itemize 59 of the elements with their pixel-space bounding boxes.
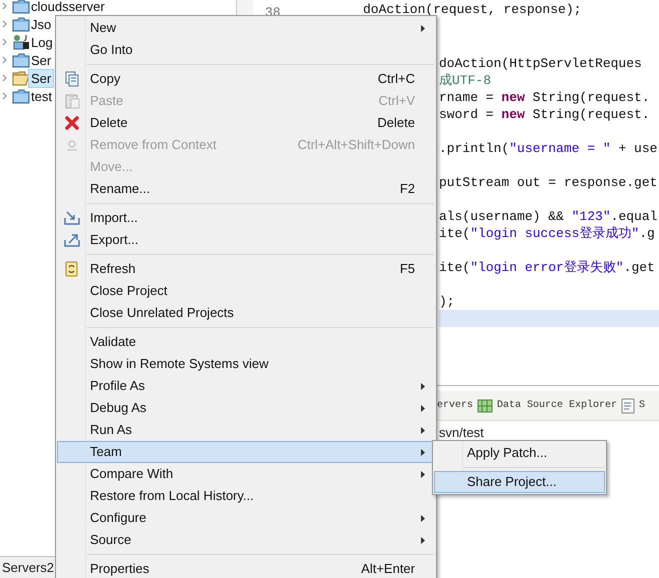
tree-item[interactable]: cloudsserver [28,0,108,16]
menu-item[interactable]: Import... [57,207,435,229]
menu-item[interactable]: Properties Alt+Enter [57,558,435,578]
code-line: doAction(request, response); [363,3,582,16]
tree-item[interactable]: Log [28,32,56,52]
code-line: als(username) && "123".equal [439,209,658,224]
menu-item[interactable]: Refresh F5 [57,258,435,280]
folder-icon [12,0,30,14]
menu-item[interactable]: Close Project [57,280,435,302]
menu-item[interactable]: Run As [57,419,435,441]
code-line: rname = new String(request. [439,90,650,105]
document-icon [621,398,636,414]
import-icon [64,210,80,226]
copy-icon [64,71,80,87]
menu-item[interactable]: Delete Delete [57,112,435,134]
menu-item[interactable]: Configure [57,507,435,529]
code-line: ite("login success登录成功".g [439,226,655,241]
menu-item[interactable]: Source [57,529,435,551]
tree-item[interactable]: Jso [28,14,54,34]
folder-icon [12,52,30,68]
menu-item[interactable]: Compare With [57,463,435,485]
menu-item[interactable]: Apply Patch... [434,442,605,464]
panel-tab[interactable]: Servers2 [0,557,56,578]
open-folder-icon [12,70,30,86]
refresh-icon [64,261,80,277]
menu-item[interactable]: Close Unrelated Projects [57,302,435,324]
menu-item[interactable]: Show in Remote Systems view [57,353,435,375]
menu-item[interactable]: Team [57,441,435,463]
clipboard-icon [64,93,80,109]
menu-item[interactable]: Copy Ctrl+C [57,68,435,90]
panel-tab[interactable]: S [639,398,646,413]
repository-path: svn/test [438,425,485,440]
code-line: ite("login error登录失败".get [439,260,655,275]
database-icon [477,398,494,414]
menu-item[interactable]: Restore from Local History... [57,485,435,507]
code-line: ); [439,294,455,309]
export-icon [64,232,80,248]
code-line: 成UTF-8 [439,73,492,88]
panel-tab[interactable]: ervers [437,398,474,413]
code-line: putStream out = response.get [439,175,658,190]
menu-item[interactable]: Validate [57,331,435,353]
tree-item[interactable]: Ser [28,50,54,70]
menu-item[interactable]: Debug As [57,397,435,419]
panel-tab[interactable]: Data Source Explorer [497,398,618,413]
code-line: .println("username = " + use [439,141,658,156]
menu-item[interactable]: New [57,17,435,39]
menu-item[interactable]: Export... [57,229,435,251]
tree-item[interactable]: Ser [28,68,54,88]
code-line: sword = new String(request. [439,107,650,122]
close-icon [64,115,80,131]
folder-icon [12,16,30,32]
tree-item[interactable]: test [28,86,55,106]
folder-icon [12,88,30,104]
menu-item[interactable]: Share Project... [434,471,605,493]
menu-item[interactable]: Profile As [57,375,435,397]
code-line: doAction(HttpServletReques [439,56,642,71]
menu-item[interactable]: Rename... F2 [57,178,435,200]
menu-item[interactable]: Go Into [57,39,435,61]
project-icon [12,34,30,50]
